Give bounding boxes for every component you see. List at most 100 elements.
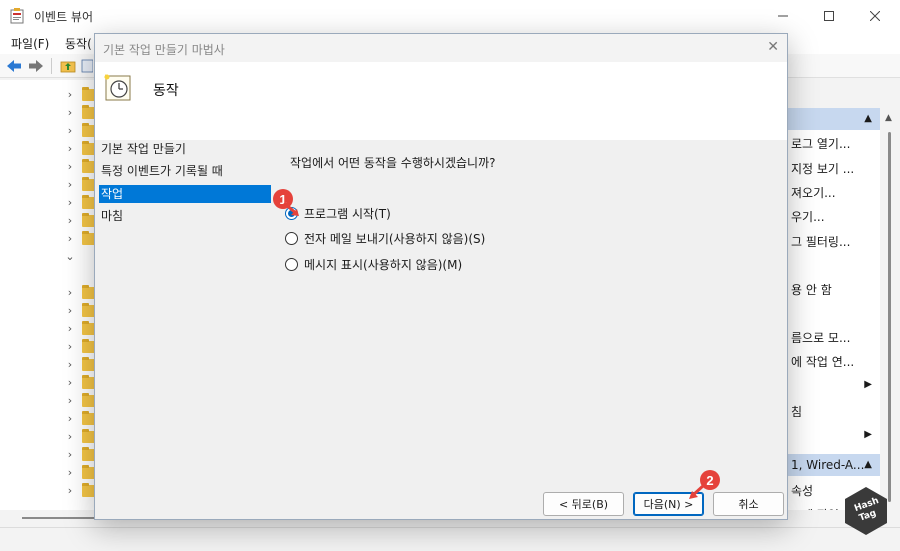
- radio-show-message[interactable]: 메시지 표시(사용하지 않음)(M): [285, 255, 462, 273]
- actions-pane: ▲ 로그 열기... 지정 보기 ... 져오기... 우기... 그 필터링.…: [788, 108, 880, 525]
- actions-section-header[interactable]: ▲: [788, 108, 880, 130]
- collapse-up-icon[interactable]: ▲: [864, 113, 872, 124]
- action-item[interactable]: 우기...: [791, 208, 825, 225]
- tree-node[interactable]: ›: [64, 104, 98, 122]
- action-item[interactable]: 름으로 모...: [791, 329, 850, 346]
- tree-node[interactable]: ›: [64, 428, 98, 446]
- wizard-step[interactable]: 마침: [99, 207, 271, 225]
- close-icon: [870, 11, 880, 21]
- chevron-right-icon[interactable]: ›: [64, 196, 76, 209]
- minimize-icon: [778, 15, 788, 17]
- tree-node[interactable]: ›: [64, 212, 98, 230]
- tree-node[interactable]: ›: [64, 194, 98, 212]
- action-item[interactable]: 로그 열기...: [791, 135, 850, 152]
- chevron-right-icon[interactable]: ›: [64, 88, 76, 101]
- tree-node[interactable]: ›: [64, 410, 98, 428]
- scroll-up-icon[interactable]: ▲: [885, 113, 892, 123]
- tree-node[interactable]: ›: [64, 464, 98, 482]
- action-item[interactable]: 에 작업 연...: [791, 353, 854, 370]
- chevron-right-icon[interactable]: ›: [64, 160, 76, 173]
- back-arrow-icon[interactable]: [6, 58, 22, 74]
- chevron-right-icon[interactable]: ›: [64, 358, 76, 371]
- tree-node[interactable]: ›: [64, 482, 98, 500]
- create-basic-task-wizard: 기본 작업 만들기 마법사 ✕ 동작 기본 작업 만들기 특정 이벤트가 기록될…: [94, 33, 788, 520]
- forward-arrow-icon[interactable]: [28, 58, 44, 74]
- menu-file[interactable]: 파일(F): [11, 35, 49, 52]
- hashtag-watermark: Hash Tag: [841, 485, 891, 535]
- radio-label: 프로그램 시작(T): [304, 206, 391, 221]
- tree-node[interactable]: ›: [64, 320, 98, 338]
- action-section-title: 1, Wired-A...: [791, 458, 865, 472]
- chevron-right-icon[interactable]: ›: [64, 124, 76, 137]
- chevron-right-icon[interactable]: ›: [64, 340, 76, 353]
- action-question: 작업에서 어떤 동작을 수행하시겠습니까?: [290, 156, 496, 170]
- chevron-right-icon[interactable]: ›: [64, 430, 76, 443]
- wizard-step[interactable]: 특정 이벤트가 기록될 때: [99, 162, 271, 180]
- tree-node[interactable]: ›: [64, 230, 98, 248]
- chevron-right-icon[interactable]: ›: [64, 232, 76, 245]
- chevron-right-icon[interactable]: ›: [64, 466, 76, 479]
- wizard-step[interactable]: 기본 작업 만들기: [99, 140, 271, 158]
- maximize-icon: [824, 11, 834, 21]
- chevron-right-icon[interactable]: ›: [64, 286, 76, 299]
- wizard-step-active[interactable]: 작업: [99, 185, 271, 203]
- actions-section-header[interactable]: 1, Wired-A... ▲: [788, 454, 880, 476]
- maximize-button[interactable]: [806, 0, 852, 32]
- submenu-arrow-icon[interactable]: ▶: [864, 379, 872, 390]
- tree-node[interactable]: ›: [64, 176, 98, 194]
- action-item[interactable]: 지정 보기 ...: [791, 160, 854, 177]
- wizard-step-list: 기본 작업 만들기 특정 이벤트가 기록될 때 작업 마침: [95, 140, 275, 440]
- action-item[interactable]: 져오기...: [791, 184, 836, 201]
- tree-node[interactable]: ›: [64, 140, 98, 158]
- radio-label: 전자 메일 보내기(사용하지 않음)(S): [304, 231, 486, 246]
- folder-up-icon[interactable]: [60, 58, 76, 74]
- tree-node[interactable]: ›: [64, 356, 98, 374]
- event-viewer-app-icon: [10, 8, 24, 24]
- chevron-down-icon[interactable]: ⌄: [64, 250, 76, 263]
- radio-button[interactable]: [285, 257, 298, 271]
- close-button[interactable]: [852, 0, 898, 32]
- action-item[interactable]: 그 필터링...: [791, 233, 850, 250]
- radio-send-email[interactable]: 전자 메일 보내기(사용하지 않음)(S): [285, 229, 485, 247]
- action-item[interactable]: 침: [791, 403, 802, 420]
- action-item[interactable]: 속성: [791, 482, 813, 499]
- tree-node[interactable]: ›: [64, 338, 98, 356]
- task-clock-icon: [104, 74, 131, 101]
- chevron-right-icon[interactable]: ›: [64, 322, 76, 335]
- tree-node[interactable]: ›: [64, 446, 98, 464]
- actions-scrollbar[interactable]: ▲: [880, 108, 898, 525]
- window-title: 이벤트 뷰어: [34, 10, 94, 24]
- cancel-button[interactable]: 취소: [713, 492, 784, 516]
- collapse-up-icon[interactable]: ▲: [864, 459, 872, 470]
- chevron-right-icon[interactable]: ›: [64, 412, 76, 425]
- submenu-arrow-icon[interactable]: ▶: [864, 429, 872, 440]
- chevron-right-icon[interactable]: ›: [64, 484, 76, 497]
- minimize-button[interactable]: [760, 0, 806, 32]
- chevron-right-icon[interactable]: ›: [64, 394, 76, 407]
- chevron-right-icon[interactable]: ›: [64, 376, 76, 389]
- tree-node[interactable]: ›: [64, 86, 98, 104]
- action-item[interactable]: 용 안 함: [791, 281, 832, 298]
- wizard-close-icon[interactable]: ✕: [767, 39, 779, 55]
- radio-button[interactable]: [285, 231, 298, 245]
- menu-action[interactable]: 동작(: [65, 35, 92, 52]
- tree-node-expanded[interactable]: ⌄: [64, 248, 98, 266]
- tree-node[interactable]: ›: [64, 158, 98, 176]
- tree-node[interactable]: ›: [64, 374, 98, 392]
- chevron-right-icon[interactable]: ›: [64, 142, 76, 155]
- chevron-right-icon[interactable]: ›: [64, 214, 76, 227]
- back-button[interactable]: < 뒤로(B): [543, 492, 624, 516]
- annotation-arrow-icon: [283, 202, 299, 216]
- tree-node[interactable]: ›: [64, 302, 98, 320]
- tree-node[interactable]: ›: [64, 392, 98, 410]
- wizard-header: 동작: [95, 62, 787, 140]
- chevron-right-icon[interactable]: ›: [64, 178, 76, 191]
- chevron-right-icon[interactable]: ›: [64, 106, 76, 119]
- tree-node[interactable]: ›: [64, 122, 98, 140]
- chevron-right-icon[interactable]: ›: [64, 304, 76, 317]
- wizard-title: 기본 작업 만들기 마법사: [103, 43, 225, 57]
- tree-node[interactable]: ›: [64, 284, 98, 302]
- scrollbar-thumb[interactable]: [888, 132, 891, 502]
- chevron-right-icon[interactable]: ›: [64, 448, 76, 461]
- console-tree-icon[interactable]: [81, 58, 93, 74]
